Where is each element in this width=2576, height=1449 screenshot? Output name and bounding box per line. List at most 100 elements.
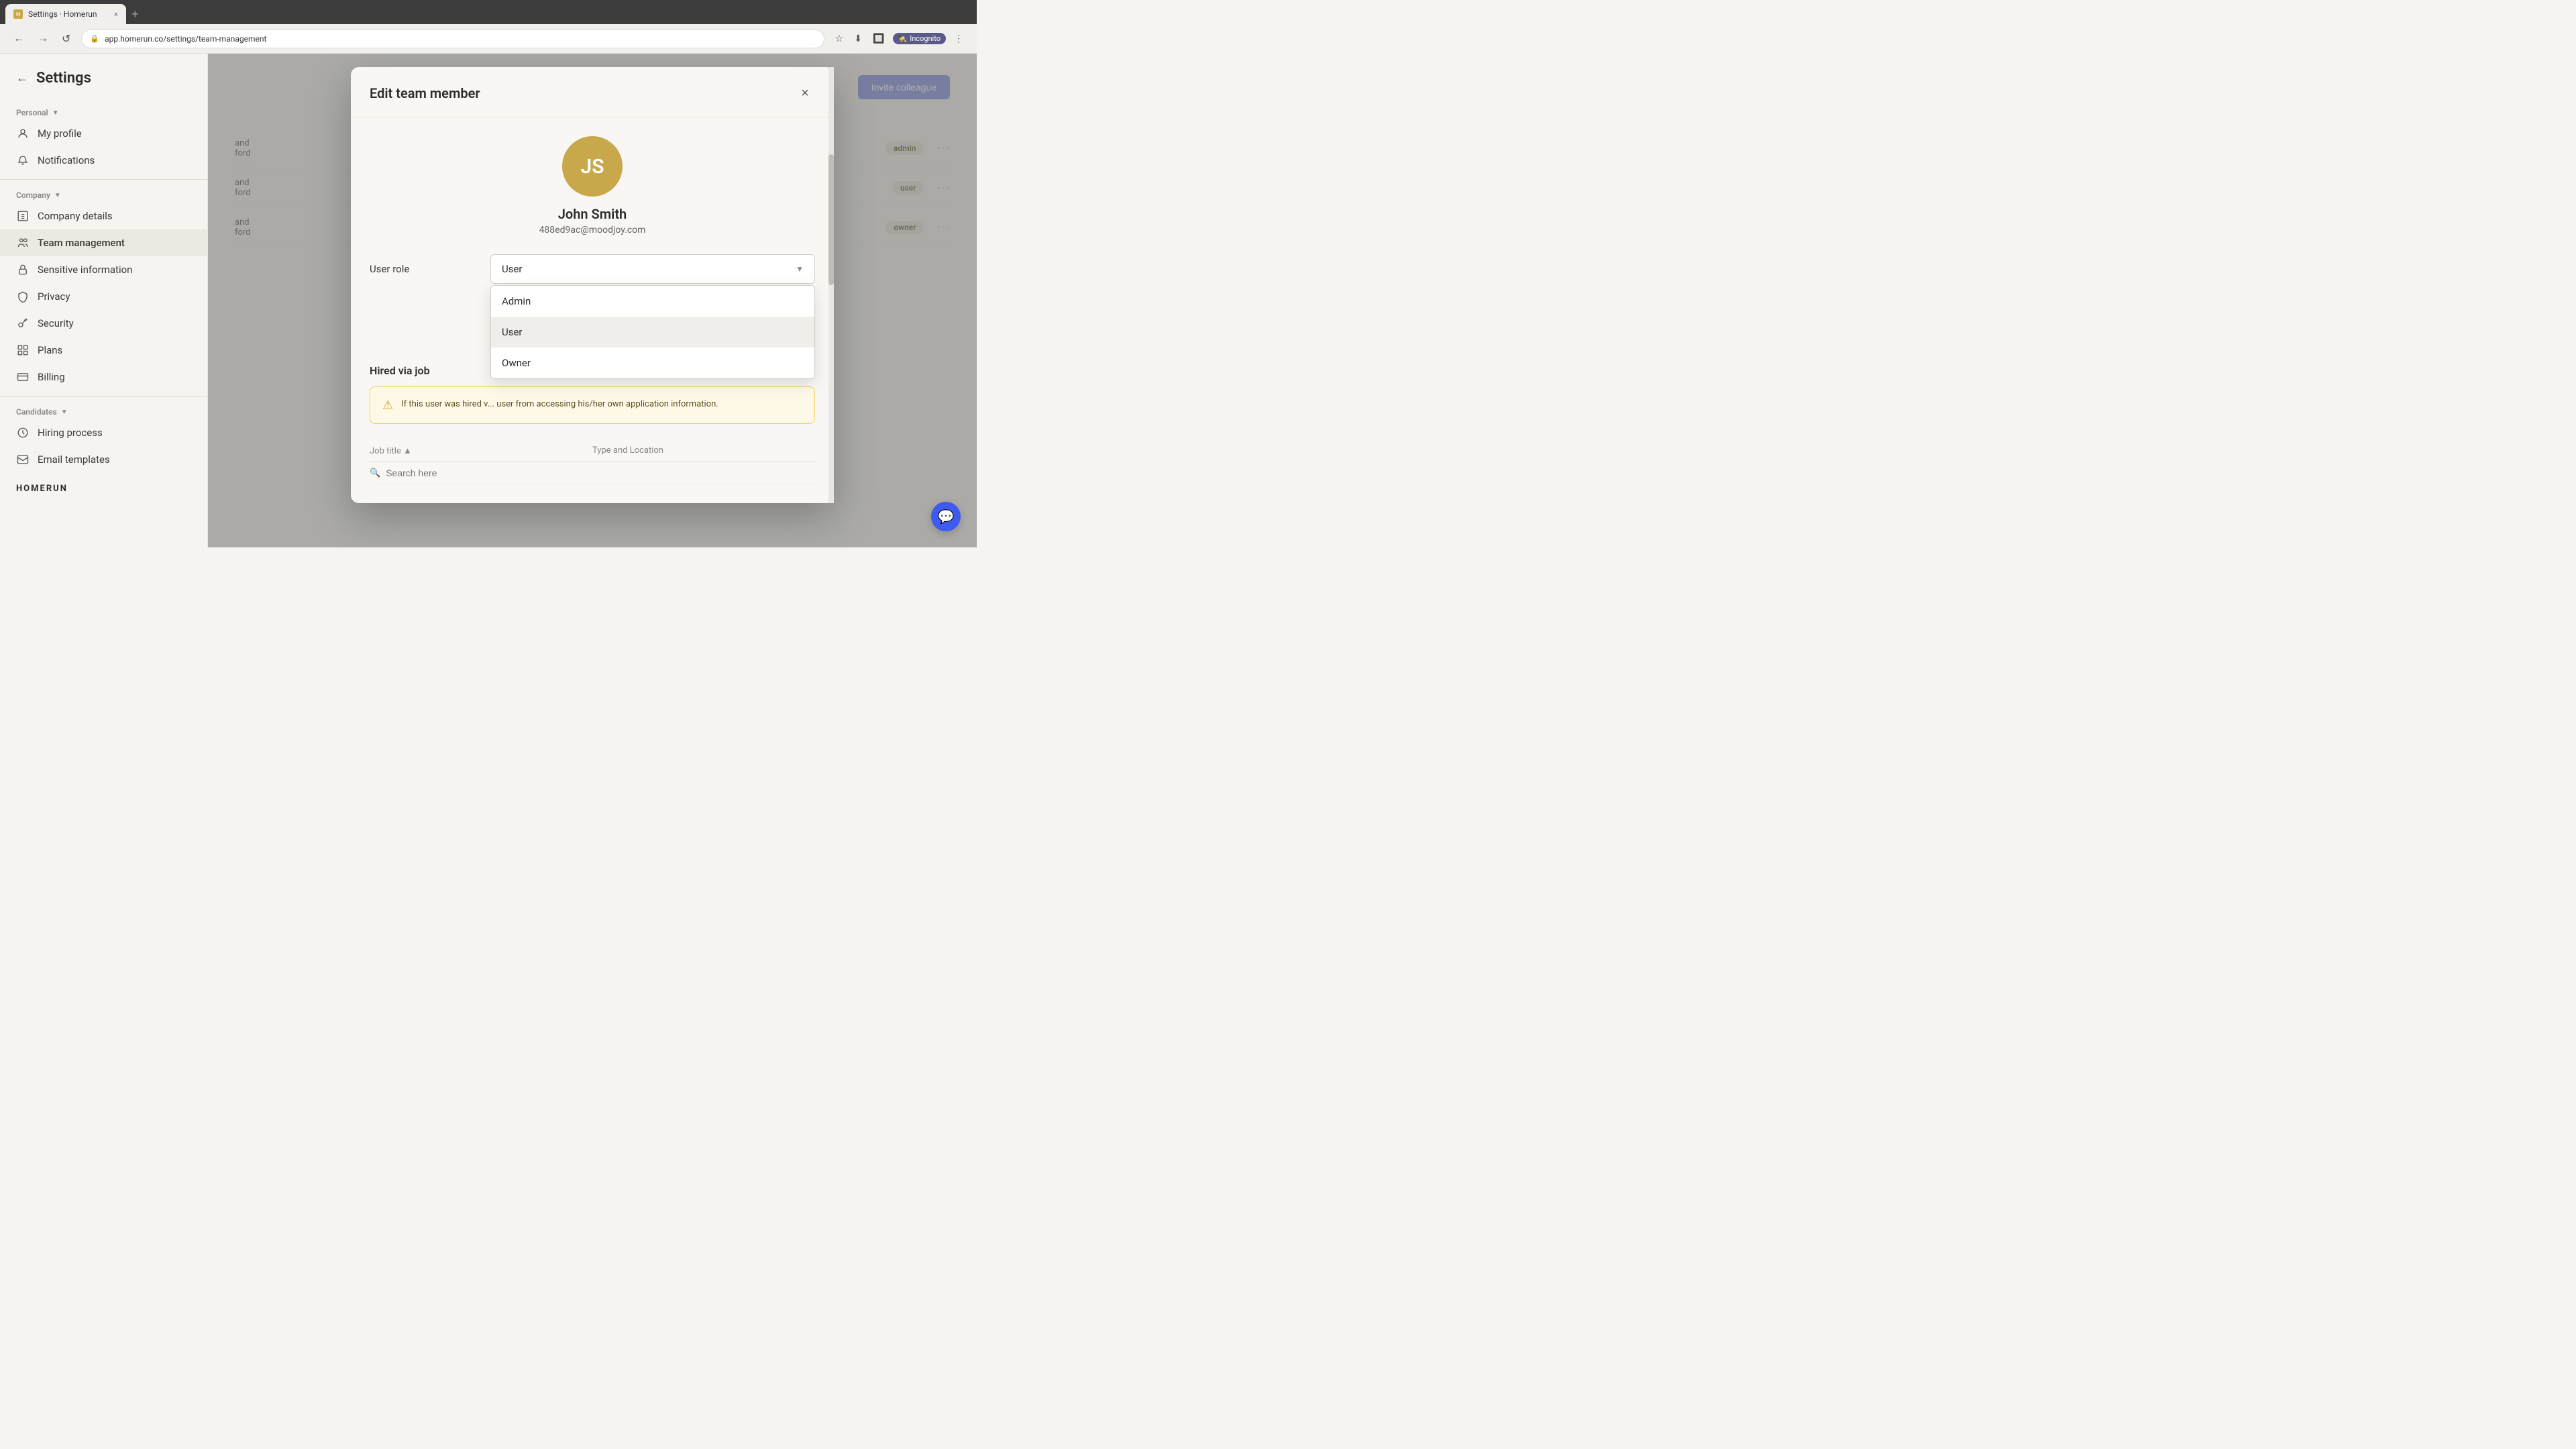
dropdown-item-owner-label: Owner — [502, 357, 531, 369]
browser-actions: ☆ ⬇ 🔲 🕵 Incognito ⋮ — [833, 30, 966, 47]
sidebar-item-notifications[interactable]: Notifications — [0, 147, 207, 174]
sidebar-item-label: Sensitive information — [38, 264, 132, 276]
download-button[interactable]: ⬇ — [851, 30, 865, 47]
scroll-thumb — [828, 154, 834, 285]
warning-text: If this user was hired v... user from ac… — [401, 398, 718, 411]
role-dropdown-menu: Admin User Owner — [490, 285, 815, 379]
forward-button[interactable]: → — [35, 30, 51, 48]
section-label-candidates[interactable]: Candidates ▼ — [0, 402, 207, 419]
sidebar-item-security[interactable]: Security — [0, 310, 207, 337]
url-bar[interactable]: 🔒 app.homerun.co/settings/team-managemen… — [81, 30, 824, 48]
sidebar-item-label: Security — [38, 317, 74, 329]
modal-table-header: Job title ▲ Type and Location — [370, 440, 815, 462]
dropdown-item-owner[interactable]: Owner — [491, 347, 814, 378]
chevron-down-icon: ▼ — [796, 264, 804, 274]
scroll-track[interactable] — [828, 67, 834, 503]
user-role-row: User role User ▼ Admin — [370, 254, 815, 284]
incognito-label: Incognito — [910, 34, 941, 43]
sidebar-item-label: Team management — [38, 237, 125, 249]
homerun-logo: HOMERUN — [0, 473, 207, 494]
mail-icon — [16, 453, 30, 466]
section-company-chevron: ▼ — [54, 192, 61, 199]
sidebar-item-plans[interactable]: Plans — [0, 337, 207, 364]
section-company-text: Company — [16, 191, 50, 200]
url-text: app.homerun.co/settings/team-management — [105, 34, 266, 44]
avatar-section: JS John Smith 488ed9ac@moodjoy.com — [370, 136, 815, 235]
sidebar-divider-1 — [0, 179, 207, 180]
tab-favicon: H — [13, 9, 23, 19]
extensions-button[interactable]: 🔲 — [870, 30, 887, 47]
back-button[interactable]: ← — [11, 30, 27, 48]
section-label-company[interactable]: Company ▼ — [0, 185, 207, 203]
hired-via-job-section: Hired via job ⚠ If this user was hired v… — [370, 364, 815, 484]
sidebar-item-my-profile[interactable]: My profile — [0, 120, 207, 147]
role-select-button[interactable]: User ▼ — [490, 254, 815, 284]
bookmark-button[interactable]: ☆ — [833, 30, 847, 47]
user-name: John Smith — [558, 206, 627, 222]
warning-icon: ⚠ — [382, 398, 393, 413]
search-input[interactable] — [386, 468, 815, 478]
role-select-value: User — [502, 263, 523, 275]
new-tab-button[interactable]: + — [126, 4, 144, 24]
sidebar-item-hiring-process[interactable]: Hiring process — [0, 419, 207, 446]
user-icon — [16, 127, 30, 140]
building-icon — [16, 209, 30, 223]
section-label-personal[interactable]: Personal ▼ — [0, 103, 207, 120]
sidebar-item-label: Hiring process — [38, 427, 103, 439]
user-role-control: User ▼ Admin User — [490, 254, 815, 284]
sidebar-header: ← Settings — [0, 70, 207, 103]
content-area: Invite colleague andford method admin ··… — [208, 54, 977, 547]
dropdown-item-admin[interactable]: Admin — [491, 286, 814, 317]
search-icon: 🔍 — [370, 468, 380, 478]
dropdown-item-admin-label: Admin — [502, 295, 531, 307]
sidebar-item-label: Company details — [38, 210, 113, 222]
modal-close-button[interactable]: × — [795, 83, 815, 103]
sidebar-back-button[interactable]: ← — [16, 71, 28, 85]
grid-icon — [16, 343, 30, 357]
active-tab[interactable]: H Settings · Homerun × — [5, 4, 126, 24]
reload-button[interactable]: ↺ — [59, 30, 73, 48]
chat-button[interactable]: 💬 — [931, 502, 961, 531]
user-email: 488ed9ac@moodjoy.com — [539, 225, 646, 235]
section-personal-chevron: ▼ — [52, 109, 59, 117]
sidebar-item-label: Billing — [38, 371, 65, 383]
address-bar: ← → ↺ 🔒 app.homerun.co/settings/team-man… — [0, 24, 977, 54]
key-icon — [16, 317, 30, 330]
modal-body: JS John Smith 488ed9ac@moodjoy.com User … — [351, 117, 834, 503]
modal-title: Edit team member — [370, 85, 480, 101]
section-candidates-chevron: ▼ — [61, 409, 68, 416]
sidebar-item-label: Email templates — [38, 453, 110, 466]
tab-bar: H Settings · Homerun × + — [0, 0, 977, 24]
edit-team-member-modal: Edit team member × JS John Smith 488ed9a… — [351, 67, 834, 503]
tab-close-button[interactable]: × — [114, 10, 118, 19]
lock-icon — [16, 263, 30, 276]
sidebar-title: Settings — [36, 70, 91, 87]
users-icon — [16, 236, 30, 250]
avatar-initials: JS — [580, 155, 604, 178]
modal-header: Edit team member × — [351, 67, 834, 117]
menu-button[interactable]: ⋮ — [951, 30, 966, 47]
avatar: JS — [562, 136, 623, 197]
privacy-icon — [16, 290, 30, 303]
sidebar-item-privacy[interactable]: Privacy — [0, 283, 207, 310]
incognito-badge: 🕵 Incognito — [893, 33, 947, 44]
table-col-job-title: Job title ▲ — [370, 445, 592, 456]
sidebar: ← Settings Personal ▼ My profile Notific… — [0, 54, 208, 547]
process-icon — [16, 426, 30, 439]
section-candidates-text: Candidates — [16, 407, 57, 417]
sidebar-item-billing[interactable]: Billing — [0, 364, 207, 390]
sidebar-item-team-management[interactable]: Team management — [0, 229, 207, 256]
section-personal-text: Personal — [16, 108, 48, 117]
tab-title: Settings · Homerun — [28, 9, 97, 19]
dropdown-item-user-label: User — [502, 326, 523, 338]
incognito-icon: 🕵 — [898, 34, 908, 43]
sidebar-item-sensitive-information[interactable]: Sensitive information — [0, 256, 207, 283]
chat-icon: 💬 — [938, 508, 955, 525]
table-col-type-location: Type and Location — [592, 445, 815, 456]
sidebar-item-label: My profile — [38, 127, 82, 140]
sidebar-item-label: Privacy — [38, 290, 70, 303]
dropdown-item-user[interactable]: User — [491, 317, 814, 347]
sidebar-item-company-details[interactable]: Company details — [0, 203, 207, 229]
sidebar-item-email-templates[interactable]: Email templates — [0, 446, 207, 473]
secure-icon: 🔒 — [90, 34, 99, 43]
